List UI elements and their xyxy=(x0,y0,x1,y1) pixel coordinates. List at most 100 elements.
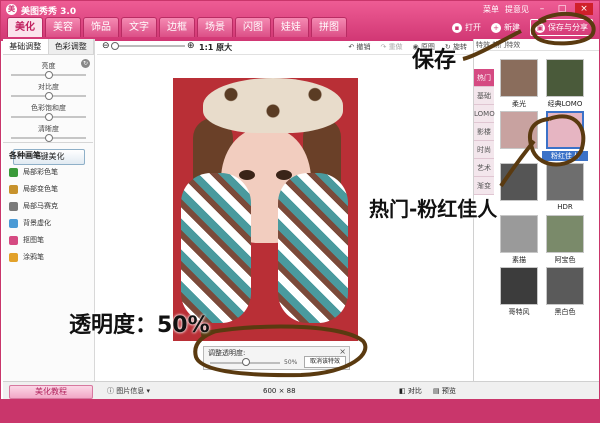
brush-item[interactable]: 背景虚化 xyxy=(9,218,87,228)
color-brush-icon xyxy=(9,167,18,177)
category-lomo[interactable]: LOMO xyxy=(474,105,495,123)
contrast-label: 对比度 xyxy=(38,83,59,91)
opacity-knob[interactable] xyxy=(242,358,250,366)
effect-label: HDR xyxy=(557,203,573,211)
redo-label: 重做 xyxy=(388,43,403,51)
undo-label: 撤销 xyxy=(356,43,371,51)
category-hot[interactable]: 热门 xyxy=(474,69,494,87)
blur-brush-icon xyxy=(9,218,18,228)
effect-thumb[interactable] xyxy=(546,163,584,201)
new-label: 新建 xyxy=(504,23,520,32)
effect-label: 素描 xyxy=(512,256,526,264)
effect-thumb[interactable] xyxy=(500,59,538,97)
bottom-bar: 美化教程 ⓘ 图片信息 ▾ 600 × 88 ◧ 对比 ▤ 预览 xyxy=(3,381,599,399)
effect-thumb[interactable] xyxy=(500,267,538,305)
tab-color-adjust[interactable]: 色彩调整 xyxy=(48,39,94,54)
tab-text[interactable]: 文字 xyxy=(121,17,157,37)
save-share-label: 保存与分享 xyxy=(548,23,588,32)
effect-thumb[interactable] xyxy=(500,215,538,253)
zoom-knob[interactable] xyxy=(111,42,119,50)
undo-button[interactable]: ↶ 撤销 xyxy=(348,42,370,52)
brush-label: 局部变色笔 xyxy=(23,185,58,193)
close-icon[interactable]: × xyxy=(339,347,346,356)
app-title: 美图秀秀 3.0 xyxy=(21,7,77,17)
category-basic[interactable]: 基础 xyxy=(474,87,494,105)
effect-label: 哥特风 xyxy=(508,308,530,316)
hot-annotation: 热门-粉红佳人 xyxy=(369,197,498,221)
redo-button[interactable]: ↷ 重做 xyxy=(380,42,402,52)
zoom-out-icon[interactable]: ⊖ xyxy=(102,41,110,51)
brush-item[interactable]: 抠图笔 xyxy=(9,235,87,245)
app-window: 美 美图秀秀 3.0 菜单 提意见 – □ × 美化 美容 饰品 文字 边框 场… xyxy=(0,0,600,423)
opacity-annotation: 透明度：50% xyxy=(69,313,210,338)
opacity-value: 50% xyxy=(284,359,298,366)
brush-item[interactable]: 局部变色笔 xyxy=(9,184,87,194)
brush-title: 各种画笔 xyxy=(9,151,41,160)
save-icon: ▣ xyxy=(535,22,545,33)
preview-button[interactable]: ▤ 预览 xyxy=(433,386,456,396)
image-info-label: 图片信息 xyxy=(116,387,145,395)
cancel-effect-button[interactable]: 取消该特效 xyxy=(304,356,346,368)
effect-label: 柔光 xyxy=(512,100,526,108)
title-bar: 美 美图秀秀 3.0 菜单 提意见 – □ × 美化 美容 饰品 文字 边框 场… xyxy=(1,1,599,41)
contrast-slider[interactable]: 对比度 xyxy=(9,82,88,100)
tab-border[interactable]: 边框 xyxy=(159,17,195,37)
saturation-knob[interactable] xyxy=(45,113,53,121)
open-label: 打开 xyxy=(465,23,481,32)
open-button[interactable]: ▪ 打开 xyxy=(452,22,481,33)
effect-thumb[interactable] xyxy=(546,59,584,97)
folder-icon: ▪ xyxy=(452,22,462,33)
file-actions: ▪ 打开 + 新建 ▣ 保存与分享 xyxy=(452,19,593,36)
feedback-link[interactable]: 提意见 xyxy=(505,4,529,15)
title-controls: 菜单 提意见 – □ × xyxy=(483,3,593,15)
zoom-in-icon[interactable]: ⊕ xyxy=(187,41,195,51)
tab-doll[interactable]: 娃娃 xyxy=(273,17,309,37)
maximize-icon[interactable]: □ xyxy=(555,3,569,15)
new-button[interactable]: + 新建 xyxy=(491,22,520,33)
minimize-icon[interactable]: – xyxy=(535,3,549,15)
opacity-title: 调整透明度: xyxy=(208,349,246,357)
doodle-brush-icon xyxy=(9,252,18,262)
sharpness-knob[interactable] xyxy=(45,134,53,142)
tab-beautify[interactable]: 美化 xyxy=(7,17,43,37)
compare-button[interactable]: ◧ 对比 xyxy=(399,386,422,396)
brush-item[interactable]: 涂鸦笔 xyxy=(9,252,87,262)
effect-thumb-selected[interactable] xyxy=(546,111,584,149)
effect-thumb[interactable] xyxy=(500,163,538,201)
photo-canvas[interactable] xyxy=(173,78,358,341)
beautify-tutorial-button[interactable]: 美化教程 xyxy=(9,385,93,399)
category-fashion[interactable]: 时尚 xyxy=(474,141,494,159)
contrast-knob[interactable] xyxy=(45,92,53,100)
effect-thumb[interactable] xyxy=(546,267,584,305)
save-share-button[interactable]: ▣ 保存与分享 xyxy=(530,19,593,36)
tab-scene[interactable]: 场景 xyxy=(197,17,233,37)
photo-eye xyxy=(239,170,255,180)
effect-thumb[interactable] xyxy=(546,215,584,253)
image-info-button[interactable]: ⓘ 图片信息 ▾ xyxy=(107,386,150,396)
tab-collage[interactable]: 拼图 xyxy=(311,17,347,37)
cutout-brush-icon xyxy=(9,235,18,245)
effect-label: 阿宝色 xyxy=(554,256,576,264)
saturation-slider[interactable]: 色彩饱和度 xyxy=(9,103,88,121)
sharpness-slider[interactable]: 清晰度 xyxy=(9,124,88,142)
effect-thumb[interactable] xyxy=(500,111,538,149)
recolor-brush-icon xyxy=(9,184,18,194)
tab-cosmetic[interactable]: 美容 xyxy=(45,17,81,37)
brush-item[interactable]: 局部彩色笔 xyxy=(9,167,87,177)
brush-item[interactable]: 局部马赛克 xyxy=(9,201,87,211)
tab-flash[interactable]: 闪图 xyxy=(235,17,271,37)
reset-icon[interactable]: ↻ xyxy=(81,59,90,68)
effects-header: 特效 热门特效 xyxy=(474,39,599,51)
tab-basic-adjust[interactable]: 基础调整 xyxy=(3,39,49,54)
brightness-slider[interactable]: 亮度 xyxy=(9,61,88,79)
actual-size-button[interactable]: 1:1 原大 xyxy=(199,42,232,53)
category-art[interactable]: 艺术 xyxy=(474,159,494,177)
tab-accessories[interactable]: 饰品 xyxy=(83,17,119,37)
zoom-slider[interactable] xyxy=(111,45,185,47)
brightness-knob[interactable] xyxy=(45,71,53,79)
category-studio[interactable]: 影楼 xyxy=(474,123,494,141)
effect-label-selected: 粉红佳人 xyxy=(542,151,588,161)
close-icon[interactable]: × xyxy=(575,3,593,15)
menu-link[interactable]: 菜单 xyxy=(483,4,499,15)
adjust-tabs: 基础调整 色彩调整 xyxy=(3,39,94,55)
